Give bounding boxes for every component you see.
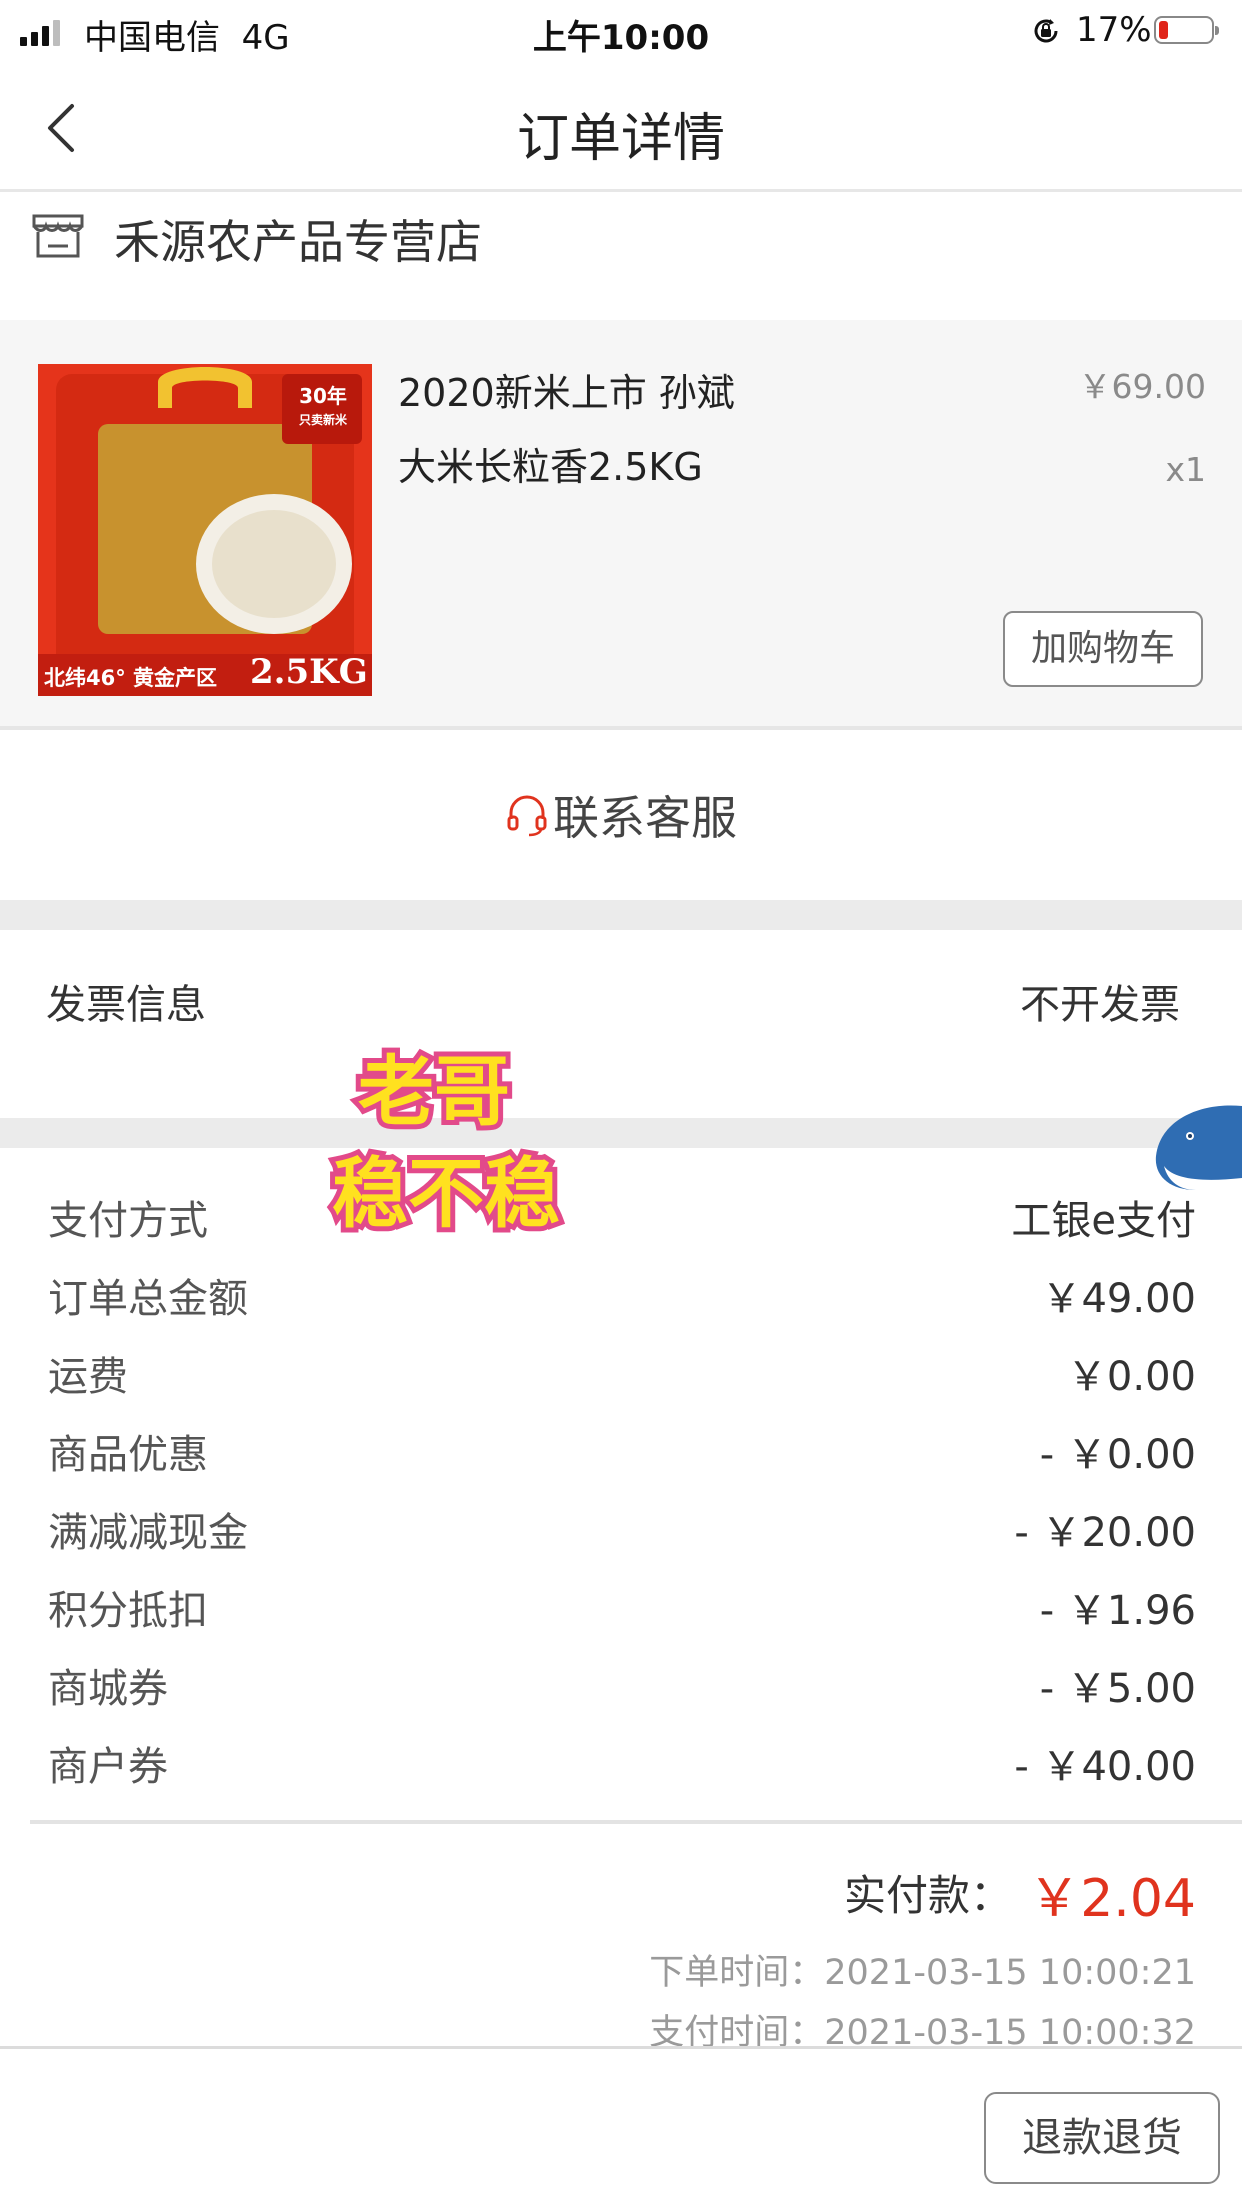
bottom-bar-border xyxy=(0,2046,1242,2049)
payment-row-value: - ￥0.00 xyxy=(1039,1432,1196,1478)
amount-paid-value: ￥2.04 xyxy=(1028,1869,1196,1929)
thumb-banner: 北纬46° 黄金产区 xyxy=(44,666,218,690)
payment-row-points: 积分抵扣 - ￥1.96 xyxy=(48,1570,1196,1648)
page-title: 订单详情 xyxy=(516,109,725,169)
contact-service-button[interactable]: 联系客服 xyxy=(0,730,1242,900)
status-bar: 中国电信 4G 上午10:00 17% xyxy=(0,0,1242,62)
whale-icon[interactable] xyxy=(1150,1100,1242,1200)
battery-percent: 17% xyxy=(1076,10,1152,50)
payment-row-value: ￥0.00 xyxy=(1066,1354,1196,1400)
payment-row-method: 支付方式 工银e支付 xyxy=(48,1180,1196,1258)
payment-row-label: 支付方式 xyxy=(48,1198,208,1244)
section-divider xyxy=(0,1118,1242,1148)
order-time: 下单时间：2021-03-15 10:00:21 xyxy=(649,1953,1196,1993)
product-quantity: x1 xyxy=(1165,450,1206,489)
store-header[interactable]: 禾源农产品专营店 xyxy=(0,192,1242,320)
payment-row-merchant-coupon: 商户券 - ￥40.00 xyxy=(48,1726,1196,1804)
payment-row-total: 订单总金额 ￥49.00 xyxy=(48,1258,1196,1336)
payment-row-value: ￥49.00 xyxy=(1041,1276,1196,1322)
invoice-label: 发票信息 xyxy=(46,982,206,1028)
refund-return-button[interactable]: 退款退货 xyxy=(984,2092,1220,2184)
product-card[interactable]: 30年 只卖新米 北纬46° 黄金产区 2.5KG 2020新米上市 孙斌 大米… xyxy=(0,320,1242,730)
payment-row-shipping: 运费 ￥0.00 xyxy=(48,1336,1196,1414)
thumb-badge-title: 30年 xyxy=(299,384,347,408)
payment-row-label: 商户券 xyxy=(48,1744,168,1790)
sticker-line2: 稳不稳 xyxy=(332,1149,560,1238)
sticker-line1: 老哥 xyxy=(358,1047,510,1136)
payment-row-value: - ￥40.00 xyxy=(1014,1744,1196,1790)
payment-row-product-discount: 商品优惠 - ￥0.00 xyxy=(48,1414,1196,1492)
payment-row-label: 满减减现金 xyxy=(48,1510,248,1556)
product-thumbnail[interactable]: 30年 只卖新米 北纬46° 黄金产区 2.5KG xyxy=(38,364,372,696)
thumb-weight: 2.5KG xyxy=(250,652,368,692)
payment-row-value: - ￥1.96 xyxy=(1039,1588,1196,1634)
invoice-value: 不开发票 xyxy=(1020,982,1180,1028)
payment-row-label: 订单总金额 xyxy=(48,1276,248,1322)
payment-row-value: - ￥20.00 xyxy=(1014,1510,1196,1556)
payment-row-label: 积分抵扣 xyxy=(48,1588,208,1634)
payment-row-label: 商品优惠 xyxy=(48,1432,208,1478)
contact-service-label: 联系客服 xyxy=(553,791,737,845)
battery-icon xyxy=(1154,16,1219,44)
product-title-line1: 2020新米上市 孙斌 xyxy=(398,371,735,415)
headset-icon xyxy=(507,795,547,837)
invoice-row: 发票信息 不开发票 xyxy=(0,930,1242,1118)
product-title[interactable]: 2020新米上市 孙斌 大米长粒香2.5KG xyxy=(398,356,818,504)
payment-row-cash-off: 满减减现金 - ￥20.00 xyxy=(48,1492,1196,1570)
thumb-badge-sub: 只卖新米 xyxy=(298,413,347,427)
add-to-cart-button[interactable]: 加购物车 xyxy=(1003,611,1203,687)
meme-sticker: 老哥 稳不稳 xyxy=(324,1030,594,1250)
amount-paid-label: 实付款： xyxy=(843,1871,1012,1920)
store-name: 禾源农产品专营店 xyxy=(114,215,482,269)
product-title-line2: 大米长粒香2.5KG xyxy=(398,445,703,489)
payment-row-label: 运费 xyxy=(48,1354,128,1400)
divider xyxy=(30,1820,1242,1824)
payment-row-value: - ￥5.00 xyxy=(1039,1666,1196,1712)
nav-bar: 订单详情 xyxy=(0,62,1242,192)
section-divider xyxy=(0,900,1242,930)
store-icon xyxy=(32,214,84,258)
thumb-badge: 30年 只卖新米 xyxy=(288,384,358,432)
product-price: ￥69.00 xyxy=(1078,367,1206,406)
rotation-lock-icon xyxy=(1034,19,1058,43)
payment-row-mall-coupon: 商城券 - ￥5.00 xyxy=(48,1648,1196,1726)
payment-row-label: 商城券 xyxy=(48,1666,168,1712)
